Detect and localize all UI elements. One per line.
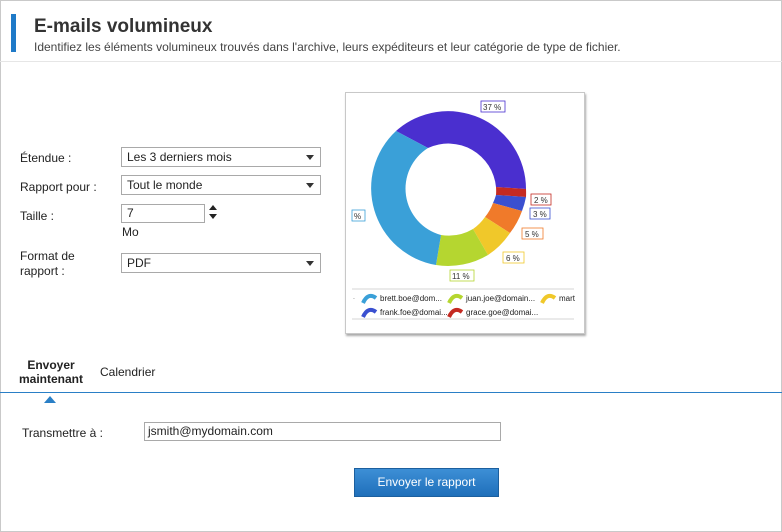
recipient-input[interactable]: jsmith@mydomain.com <box>144 422 501 441</box>
label-37: 37 % <box>483 103 501 112</box>
chevron-down-icon <box>306 183 314 188</box>
report-for-select[interactable]: Tout le monde <box>121 175 321 195</box>
page-title: E-mails volumineux <box>34 16 213 37</box>
label-2: 2 % <box>534 196 548 205</box>
tab-send-now-line1: Envoyer <box>27 358 75 372</box>
legend-1: juan.joe@domain... <box>465 294 535 303</box>
header-accent-bar <box>11 14 16 52</box>
svg-text:.: . <box>353 294 355 301</box>
label-pct: % <box>354 212 361 221</box>
spin-up-icon[interactable] <box>209 205 217 210</box>
label-11: 11 % <box>452 272 470 281</box>
format-label-line1: Format de <box>20 249 75 263</box>
legend-4: grace.goe@domai... <box>466 308 538 317</box>
page-subtitle: Identifiez les éléments volumineux trouv… <box>34 40 621 54</box>
chevron-down-icon <box>306 261 314 266</box>
legend-swatch-0 <box>361 293 378 304</box>
format-select-value: PDF <box>127 256 151 270</box>
header-divider <box>0 61 782 62</box>
slice-lightblue <box>371 131 441 265</box>
chart-panel: 37 % 2 % 3 % 5 % 6 % 11 % % . brett.boe@… <box>345 92 585 334</box>
recipient-label: Transmettre à : <box>22 426 103 440</box>
tab-send-now-line2: maintenant <box>18 372 83 386</box>
legend-swatch-2 <box>540 293 557 304</box>
tabs-divider <box>0 392 782 393</box>
label-6: 6 % <box>506 254 520 263</box>
format-select[interactable]: PDF <box>121 253 321 273</box>
report-for-label: Rapport pour : <box>20 180 97 194</box>
spin-down-icon[interactable] <box>209 214 217 219</box>
range-select-value: Les 3 derniers mois <box>127 150 232 164</box>
legend-3: frank.foe@domai... <box>380 308 448 317</box>
legend-0: brett.boe@dom... <box>380 294 442 303</box>
tab-schedule[interactable]: Calendrier <box>100 365 155 379</box>
legend-swatch-3 <box>361 307 378 318</box>
range-select[interactable]: Les 3 derniers mois <box>121 147 321 167</box>
legend-swatch-4 <box>447 307 464 318</box>
label-3: 3 % <box>533 210 547 219</box>
range-label: Étendue : <box>20 151 72 165</box>
send-report-button[interactable]: Envoyer le rapport <box>354 468 499 497</box>
chevron-down-icon <box>306 155 314 160</box>
format-label-line2: rapport : <box>20 264 65 278</box>
format-label: Format de rapport : <box>20 249 75 279</box>
donut-chart: 37 % 2 % 3 % 5 % 6 % 11 % % . brett.boe@… <box>351 100 576 320</box>
active-tab-indicator-icon <box>44 396 56 403</box>
size-unit: Mo <box>122 225 139 239</box>
tab-send-now[interactable]: Envoyer maintenant <box>14 358 88 386</box>
size-input[interactable]: 7 <box>121 204 205 223</box>
label-5: 5 % <box>525 230 539 239</box>
size-label: Taille : <box>20 209 55 223</box>
report-for-select-value: Tout le monde <box>127 178 203 192</box>
legend-swatch-1 <box>447 293 464 304</box>
legend-2: mart <box>559 294 576 303</box>
